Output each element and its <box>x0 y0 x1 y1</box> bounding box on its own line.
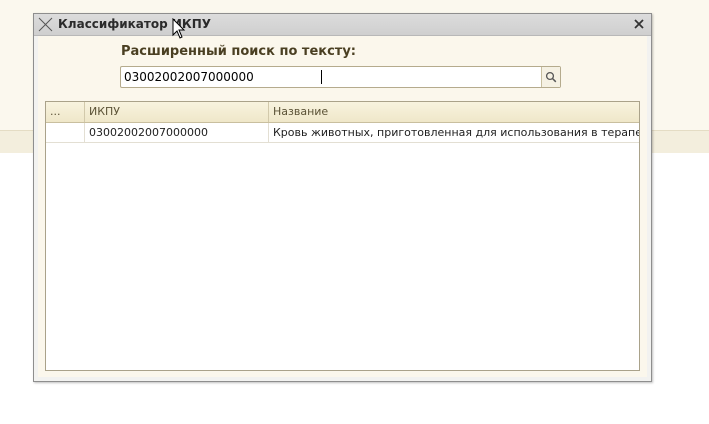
dialog-titlebar[interactable]: Классификатор ИКПУ <box>34 14 651 36</box>
row-name-cell: Кровь животных, приготовленная для испол… <box>273 126 639 139</box>
search-icon <box>545 71 557 83</box>
close-icon <box>634 19 644 29</box>
text-caret <box>321 70 322 84</box>
dialog-content: Расширенный поиск по тексту: ... ИКПУ На… <box>38 36 647 377</box>
table-row[interactable]: 03002002007000000 Кровь животных, пригот… <box>46 123 639 143</box>
search-button[interactable] <box>541 67 560 87</box>
mouse-pointer-icon <box>172 18 186 39</box>
window-icon <box>37 16 54 33</box>
table-header: ... ИКПУ Название <box>46 102 639 123</box>
results-table: ... ИКПУ Название 03002002007000000 Кров… <box>45 101 640 371</box>
dialog-title: Классификатор ИКПУ <box>58 17 211 31</box>
search-label: Расширенный поиск по тексту: <box>121 44 357 59</box>
search-input[interactable] <box>121 67 541 87</box>
column-header-ikpu[interactable]: ИКПУ <box>85 102 269 122</box>
row-marker-cell <box>46 123 85 142</box>
search-field <box>120 66 561 88</box>
column-header-name[interactable]: Название <box>269 102 639 122</box>
close-button[interactable] <box>630 15 648 33</box>
column-header-marker[interactable]: ... <box>46 102 85 122</box>
ikpu-classifier-dialog: Классификатор ИКПУ Расширенный поиск по … <box>33 13 652 382</box>
row-code-cell: 03002002007000000 <box>85 123 269 142</box>
